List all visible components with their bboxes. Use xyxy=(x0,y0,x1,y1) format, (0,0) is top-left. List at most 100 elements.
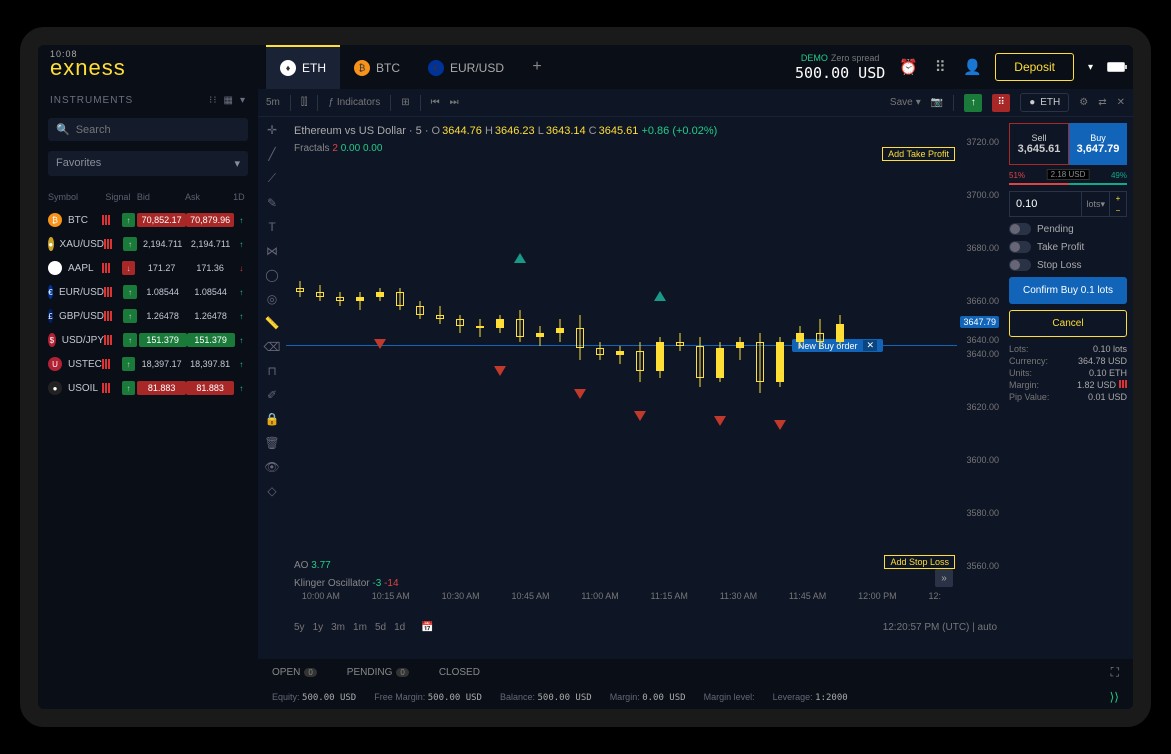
eth-icon: ● xyxy=(1029,97,1035,108)
lots-increment[interactable]: + xyxy=(1110,192,1126,204)
pending-toggle[interactable]: Pending xyxy=(1009,223,1127,235)
indicators-button[interactable]: ƒIndicators xyxy=(328,97,380,108)
symbol-tab[interactable]: €EUR/USD xyxy=(414,45,518,89)
timeframe-option[interactable]: 1d xyxy=(394,622,405,633)
sliders-icon[interactable]: ⇄ xyxy=(1098,97,1106,108)
timeframe-option[interactable]: 1y xyxy=(313,622,324,633)
trend-line-icon[interactable]: ╱ xyxy=(268,147,275,161)
symbol-tab[interactable]: ₿BTC xyxy=(340,45,414,89)
lots-unit-select[interactable]: lots ▾ xyxy=(1081,192,1109,216)
feed-icon[interactable]: ⟩⟩ xyxy=(1110,690,1119,704)
eye-icon[interactable]: 👁 xyxy=(264,460,279,474)
account-balance[interactable]: DEMO Zero spread 500.00 USD xyxy=(795,52,885,82)
y-axis: 3647.79 3640.00 3720.003700.003680.00366… xyxy=(957,117,1003,591)
candle-type-icon[interactable]: ⫿⫿ xyxy=(301,97,307,108)
instrument-row[interactable]: €EUR/USD ↑ 1.08544 1.08544 ↑ xyxy=(38,280,258,304)
add-tab-button[interactable]: + xyxy=(522,52,552,82)
calendar-icon[interactable]: 📅 xyxy=(421,622,433,633)
instrument-row[interactable]: ●XAU/USD ↑ 2,194.711 2,194.711 ↑ xyxy=(38,232,258,256)
chevron-down-icon: ▾ xyxy=(234,157,240,170)
instrument-row[interactable]: ₿BTC ↑ 70,852.17 70,879.96 ↑ xyxy=(38,208,258,232)
chart-clock: 12:20:57 PM (UTC) | auto xyxy=(883,622,997,633)
lots-decrement[interactable]: − xyxy=(1110,204,1126,216)
favorites-dropdown[interactable]: Favorites ▾ xyxy=(48,151,248,176)
magnet-icon[interactable]: ⊓ xyxy=(267,364,276,378)
symbol-badge[interactable]: ● ETH xyxy=(1020,93,1069,112)
settings-icon[interactable]: ⚙ xyxy=(1079,97,1088,108)
brand-logo: 10:08 exness xyxy=(38,51,258,89)
timeframe-row: 5y 1y 3m 1m 5d 1d 📅 xyxy=(294,622,434,633)
sell-quick-icon[interactable]: ⠿ xyxy=(992,94,1010,112)
spread-value: 2.18 USD xyxy=(1047,169,1090,180)
take-profit-toggle[interactable]: Take Profit xyxy=(1009,241,1127,253)
diamond-icon[interactable]: ◇ xyxy=(267,484,276,498)
user-icon[interactable]: 👤 xyxy=(963,58,981,76)
close-icon[interactable]: ✕ xyxy=(863,340,877,351)
fib-icon[interactable]: ⟋ xyxy=(268,171,276,186)
grid-view-icon[interactable]: ▦ xyxy=(224,95,234,106)
rewind-icon[interactable]: ⏮ xyxy=(431,97,440,108)
timeframe-option[interactable]: 5d xyxy=(375,622,386,633)
crosshair-icon[interactable]: ✛ xyxy=(267,123,277,137)
open-positions-tab[interactable]: OPEN0 xyxy=(272,667,317,678)
current-price-tag: 3647.79 xyxy=(960,316,999,328)
camera-icon[interactable]: 📷 xyxy=(931,97,943,108)
ruler-icon[interactable]: 📏 xyxy=(265,316,280,330)
symbol-tab[interactable]: ♦ETH xyxy=(266,45,340,89)
lock-icon[interactable]: 🔒 xyxy=(265,412,280,426)
eraser-icon[interactable]: ⌫ xyxy=(264,340,281,354)
timeframe-option[interactable]: 5y xyxy=(294,622,305,633)
buy-button[interactable]: Buy 3,647.79 xyxy=(1069,123,1127,165)
forward-icon[interactable]: ⏭ xyxy=(450,97,459,108)
apps-icon[interactable]: ⠿ xyxy=(931,58,949,76)
timeframe-select[interactable]: 5m xyxy=(266,97,280,108)
instrument-row[interactable]: £GBP/USD ↑ 1.26478 1.26478 ↑ xyxy=(38,304,258,328)
instrument-row[interactable]: AAPL ↓ 171.27 171.36 ↓ xyxy=(38,256,258,280)
search-field[interactable] xyxy=(76,124,240,136)
text-icon[interactable]: T xyxy=(268,220,275,234)
chart-canvas[interactable]: Ethereum vs US Dollar · 5 · O3644.76 H36… xyxy=(286,117,1003,659)
brush-icon[interactable]: ✎ xyxy=(267,196,277,210)
order-info: Lots:0.10 lotsCurrency:364.78 USDUnits:0… xyxy=(1009,343,1127,403)
closed-positions-tab[interactable]: CLOSED xyxy=(439,667,480,678)
target-icon[interactable]: ◎ xyxy=(267,292,277,306)
deposit-button[interactable]: Deposit xyxy=(995,53,1074,81)
edit-icon[interactable]: ✐ xyxy=(267,388,277,402)
table-header: Symbol Signal Bid Ask 1D xyxy=(38,186,258,208)
instrument-row[interactable]: ●USOIL ↑ 81.883 81.883 ↑ xyxy=(38,376,258,400)
pattern-icon[interactable]: ⋈ xyxy=(266,244,278,258)
chart-title: Ethereum vs US Dollar · 5 · O3644.76 H36… xyxy=(294,125,717,137)
stop-loss-toggle[interactable]: Stop Loss xyxy=(1009,259,1127,271)
wifi-icon: ▾ xyxy=(1088,62,1093,73)
battery-icon xyxy=(1107,62,1125,72)
list-view-icon[interactable]: ⁝⁝ xyxy=(209,95,217,106)
add-stop-loss-button[interactable]: Add Stop Loss xyxy=(884,555,955,569)
fullscreen-icon[interactable]: ⛶ xyxy=(1111,665,1119,680)
add-take-profit-button[interactable]: Add Take Profit xyxy=(882,147,955,161)
drawing-toolbar: ✛ ╱ ⟋ ✎ T ⋈ ◯ ◎ 📏 ⌫ ⊓ ✐ 🔒 🗑 👁 ◇ xyxy=(258,117,286,659)
shapes-icon[interactable]: ◯ xyxy=(265,268,278,282)
sell-button[interactable]: Sell 3,645.61 xyxy=(1009,123,1069,165)
lots-field[interactable] xyxy=(1010,192,1081,216)
expand-icon[interactable]: » xyxy=(935,569,953,587)
close-panel-icon[interactable]: ✕ xyxy=(1117,97,1125,108)
instrument-row[interactable]: UUSTEC ↑ 18,397.17 18,397.81 ↑ xyxy=(38,352,258,376)
save-button[interactable]: Save ▾ xyxy=(890,97,921,108)
instrument-row[interactable]: $USD/JPY ↑ 151.379 151.379 ↑ xyxy=(38,328,258,352)
lots-input[interactable]: lots ▾ + − xyxy=(1009,191,1127,217)
klinger-indicator: Klinger Oscillator -3 -14 xyxy=(294,578,399,589)
buy-quick-icon[interactable]: ↑ xyxy=(964,94,982,112)
confirm-button[interactable]: Confirm Buy 0.1 lots xyxy=(1009,277,1127,304)
search-input[interactable]: 🔍 xyxy=(48,118,248,141)
cancel-button[interactable]: Cancel xyxy=(1009,310,1127,337)
timeframe-option[interactable]: 3m xyxy=(331,622,345,633)
pending-positions-tab[interactable]: PENDING0 xyxy=(347,667,409,678)
trash-icon[interactable]: 🗑 xyxy=(264,436,279,450)
timeframe-option[interactable]: 1m xyxy=(353,622,367,633)
layout-icon[interactable]: ⊞ xyxy=(401,97,409,108)
clock-icon[interactable]: ⏰ xyxy=(899,58,917,76)
chevron-down-icon[interactable]: ▾ xyxy=(240,95,246,106)
topbar: ♦ETH₿BTC€EUR/USD + DEMO Zero spread 500.… xyxy=(258,45,1133,89)
order-panel: Sell 3,645.61 Buy 3,647.79 51% 2.18 USD … xyxy=(1003,117,1133,659)
x-axis: 10:00 AM10:15 AM10:30 AM10:45 AM11:00 AM… xyxy=(286,591,957,611)
